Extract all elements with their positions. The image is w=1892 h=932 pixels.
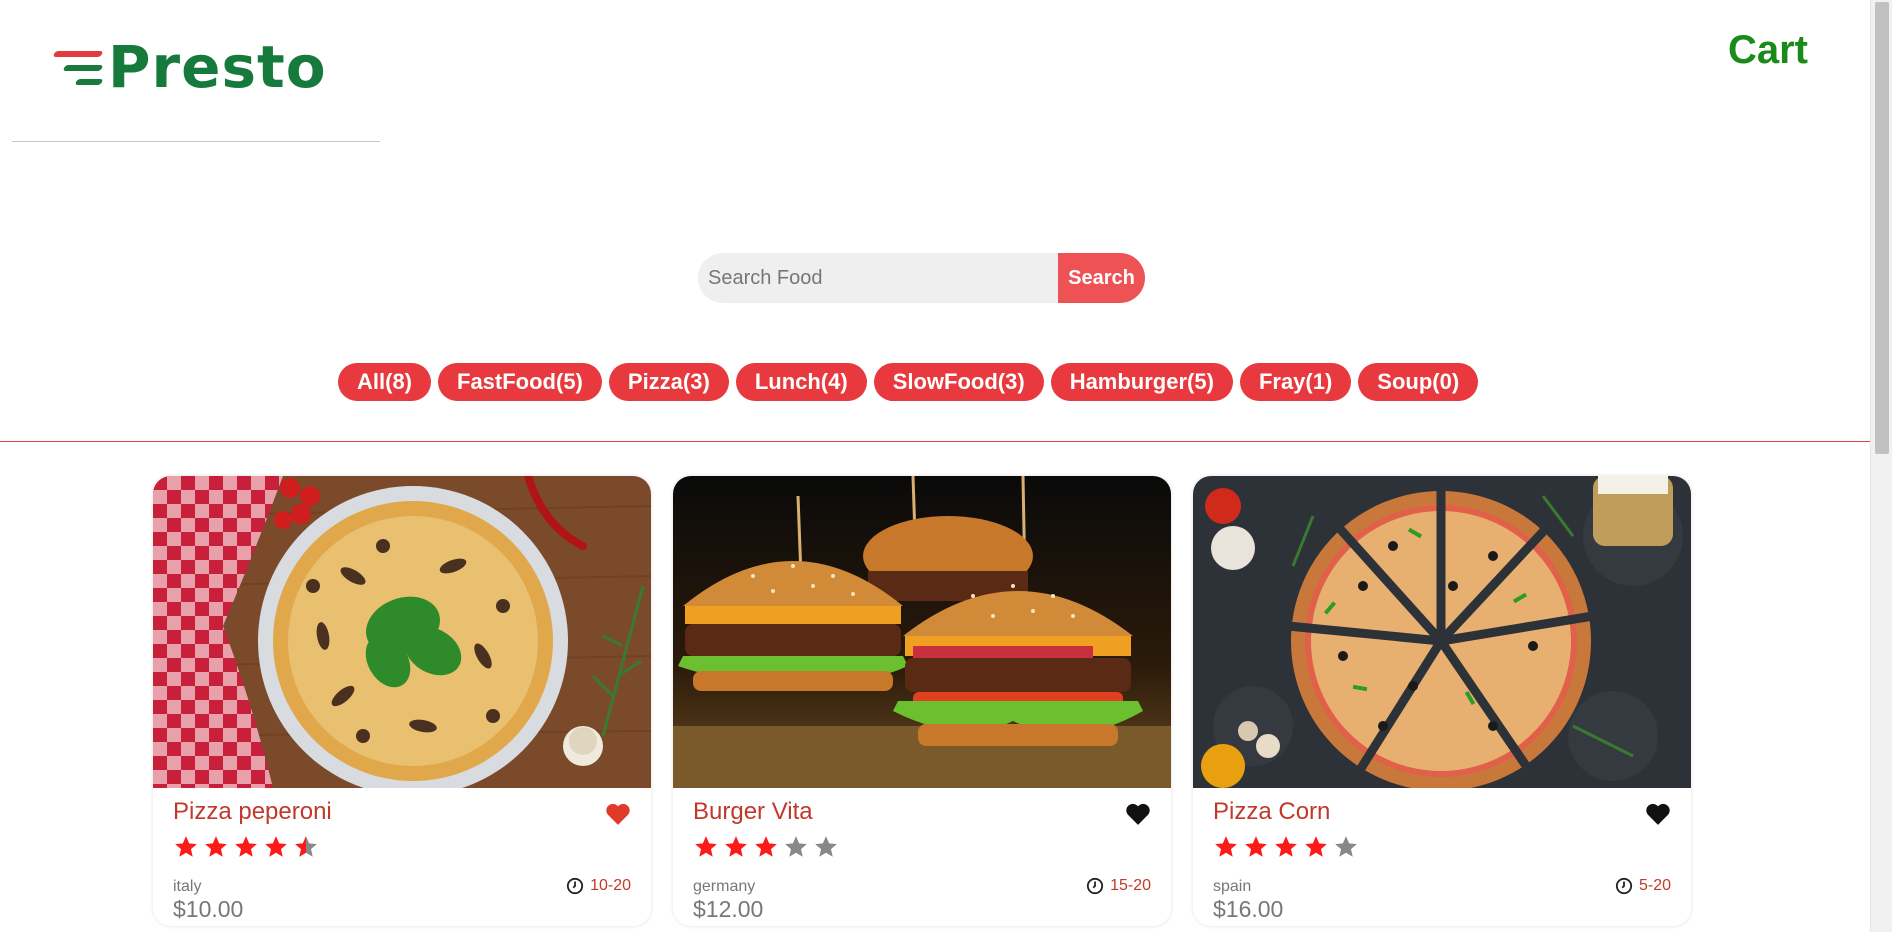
food-name: Pizza peperoni xyxy=(173,798,332,825)
tag-fastfood[interactable]: FastFood(5) xyxy=(438,363,602,401)
heart-icon[interactable] xyxy=(605,802,631,826)
logo-text: Presto xyxy=(108,33,327,101)
food-name: Burger Vita xyxy=(693,798,813,825)
search-input[interactable] xyxy=(698,253,1058,303)
clock-icon xyxy=(1086,877,1104,895)
tag-lunch[interactable]: Lunch(4) xyxy=(735,363,867,401)
scrollbar-thumb[interactable] xyxy=(1875,2,1889,454)
search-button[interactable]: Search xyxy=(1058,253,1145,303)
heart-icon[interactable] xyxy=(1645,802,1671,826)
heart-icon[interactable] xyxy=(1125,802,1151,826)
star-icon xyxy=(1245,836,1267,857)
food-card[interactable]: Burger Vita germany $12.00 15-20 xyxy=(673,476,1171,926)
food-image-pizza-peperoni xyxy=(153,476,651,788)
tag-all[interactable]: All(8) xyxy=(338,363,431,401)
logo-mark-icon xyxy=(52,41,106,93)
cook-time: 10-20 xyxy=(566,877,631,895)
cook-time-value: 5-20 xyxy=(1638,877,1671,894)
star-icon xyxy=(1335,836,1357,857)
food-origin: italy xyxy=(173,878,202,895)
clock-icon xyxy=(1615,877,1633,895)
tag-soup[interactable]: Soup(0) xyxy=(1358,363,1479,401)
search-bar: Search xyxy=(698,253,1145,303)
star-icon xyxy=(725,836,747,857)
cook-time-value: 10-20 xyxy=(590,877,631,894)
cook-time-value: 15-20 xyxy=(1110,877,1151,894)
header: Presto Cart xyxy=(0,0,1870,150)
tag-slowfood[interactable]: SlowFood(3) xyxy=(873,363,1044,401)
star-icon xyxy=(205,836,227,857)
star-rating xyxy=(173,834,319,860)
food-image-burger-vita xyxy=(673,476,1171,788)
food-card[interactable]: Pizza Corn spain $16.00 5-20 xyxy=(1193,476,1691,926)
section-divider xyxy=(0,441,1870,442)
star-icon xyxy=(785,836,807,857)
star-icon xyxy=(175,836,197,857)
star-icon xyxy=(1305,836,1327,857)
logo[interactable]: Presto xyxy=(52,33,327,101)
food-name: Pizza Corn xyxy=(1213,798,1331,825)
cook-time: 15-20 xyxy=(1086,877,1151,895)
cook-time: 5-20 xyxy=(1615,877,1671,895)
food-list: Pizza peperoni italy $10.00 10-20 Burger… xyxy=(153,476,1691,926)
star-icon xyxy=(235,836,257,857)
food-origin: spain xyxy=(1213,878,1252,895)
star-icon xyxy=(815,836,837,857)
star-rating xyxy=(693,834,839,860)
star-icon xyxy=(695,836,717,857)
cart-link[interactable]: Cart xyxy=(1728,28,1808,73)
star-icon xyxy=(265,836,287,857)
star-icon xyxy=(755,836,777,857)
food-price: $12.00 xyxy=(693,896,764,922)
food-origin: germany xyxy=(693,878,756,895)
half-star-icon xyxy=(295,836,317,857)
food-price: $10.00 xyxy=(173,896,244,922)
tag-fray[interactable]: Fray(1) xyxy=(1239,363,1352,401)
page-scrollbar[interactable] xyxy=(1870,0,1892,932)
food-card[interactable]: Pizza peperoni italy $10.00 10-20 xyxy=(153,476,651,926)
logo-divider xyxy=(12,141,380,142)
food-image-pizza-corn xyxy=(1193,476,1691,788)
food-price: $16.00 xyxy=(1213,896,1284,922)
star-icon xyxy=(1215,836,1237,857)
star-icon xyxy=(1275,836,1297,857)
clock-icon xyxy=(566,877,584,895)
star-rating xyxy=(1213,834,1359,860)
tag-hamburger[interactable]: Hamburger(5) xyxy=(1050,363,1233,401)
tag-list: All(8) FastFood(5) Pizza(3) Lunch(4) Slo… xyxy=(338,363,1479,401)
tag-pizza[interactable]: Pizza(3) xyxy=(608,363,729,401)
